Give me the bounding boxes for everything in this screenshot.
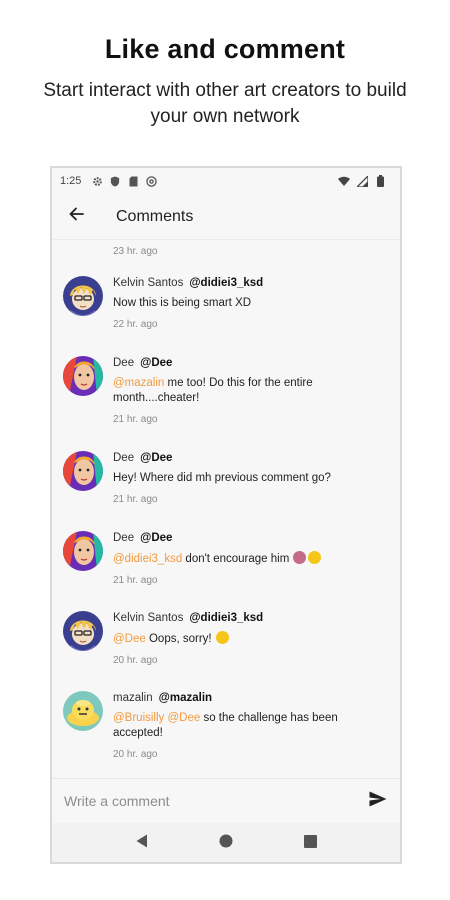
phone-frame: 1:25 Comments 23 hr. ago Kelvin Santos @… — [50, 166, 402, 864]
status-time: 1:25 — [60, 175, 82, 187]
status-bar: 1:25 — [52, 168, 400, 194]
comment-time: 20 hr. ago — [113, 655, 158, 666]
comment-time: 21 hr. ago — [113, 575, 158, 586]
system-nav-bar — [52, 823, 400, 862]
mention-link[interactable]: @mazalin — [113, 377, 164, 389]
woman-gesturing-no-emoji — [293, 551, 307, 564]
nav-recents-button[interactable] — [295, 829, 325, 859]
comment-input[interactable] — [52, 778, 356, 824]
comment-handle[interactable]: @didiei3_ksd — [189, 277, 263, 289]
mention-link[interactable]: @Dee — [113, 633, 146, 645]
comment-time: 22 hr. ago — [113, 319, 158, 330]
back-triangle-icon — [136, 834, 148, 853]
dee-avatar[interactable] — [63, 356, 103, 396]
page-title: Comments — [116, 207, 194, 225]
comment-time: 20 hr. ago — [113, 749, 158, 760]
comment-text: Hey! Where did mh previous comment go? — [113, 471, 383, 486]
dee-avatar[interactable] — [63, 451, 103, 491]
promo-title: Like and comment — [104, 34, 346, 64]
comment-author: Dee — [113, 452, 135, 464]
comment-handle[interactable]: @mazalin — [159, 692, 212, 704]
home-circle-icon — [219, 834, 233, 853]
sd-card-icon — [127, 175, 139, 187]
comment-text-content: Hey! Where did mh previous comment go? — [113, 472, 331, 484]
comment-text-content: Oops, sorry! — [148, 633, 212, 645]
nav-home-button[interactable] — [211, 829, 241, 859]
comment-text: @Bruisilly @Dee so the challenge has bee… — [113, 711, 383, 741]
comment-text: @Dee Oops, sorry! — [113, 631, 383, 647]
comment-author: Dee — [113, 532, 135, 544]
comment-author: mazalin — [113, 692, 153, 704]
kelvin-avatar[interactable] — [63, 611, 103, 651]
arrow-left-icon — [68, 206, 84, 227]
grinning-sweat-emoji — [215, 631, 229, 644]
promo-subtitle: Start interact with other art creators t… — [43, 80, 407, 127]
comment-handle[interactable]: @Dee — [140, 532, 172, 544]
comment-author: Kelvin Santos — [113, 277, 184, 289]
dee-avatar[interactable] — [63, 531, 103, 571]
kelvin-avatar[interactable] — [63, 276, 103, 316]
comment-composer — [52, 778, 400, 824]
battery-icon — [374, 175, 386, 187]
recents-square-icon — [303, 834, 317, 853]
back-button[interactable] — [52, 194, 100, 240]
mention-link[interactable]: @Bruisilly @Dee — [113, 712, 200, 724]
comment-author: Dee — [113, 357, 135, 369]
shield-icon — [109, 175, 121, 187]
wifi-icon — [338, 175, 350, 187]
comment-text: @didiei3_ksd don't encourage him — [113, 551, 383, 567]
comment-text-content: don't encourage him — [185, 553, 290, 565]
signal-icon — [356, 175, 368, 187]
comment-text: Now this is being smart XD — [113, 296, 383, 311]
send-button[interactable] — [356, 779, 400, 824]
comment-author: Kelvin Santos — [113, 612, 184, 624]
gear-icon — [91, 175, 103, 187]
send-icon — [369, 791, 387, 812]
mention-link[interactable]: @didiei3_ksd — [113, 553, 182, 565]
comment-handle[interactable]: @Dee — [140, 357, 172, 369]
nav-back-button[interactable] — [127, 829, 157, 859]
comment-handle[interactable]: @didiei3_ksd — [189, 612, 263, 624]
comment-list[interactable]: 23 hr. ago Kelvin Santos @didiei3_ksd Now… — [52, 240, 400, 778]
disappointed-face-emoji — [308, 551, 322, 564]
comment-handle[interactable]: @Dee — [140, 452, 172, 464]
comment-time: 21 hr. ago — [113, 494, 158, 505]
at-sign-icon — [145, 175, 157, 187]
comment-text-content: Now this is being smart XD — [113, 297, 252, 309]
comment-text: @mazalin me too! Do this for the entire … — [113, 376, 383, 406]
app-bar: Comments — [52, 194, 400, 240]
mazalin-avatar[interactable] — [63, 691, 103, 731]
comment-time: 21 hr. ago — [113, 414, 158, 425]
comment-time: 23 hr. ago — [113, 246, 158, 257]
